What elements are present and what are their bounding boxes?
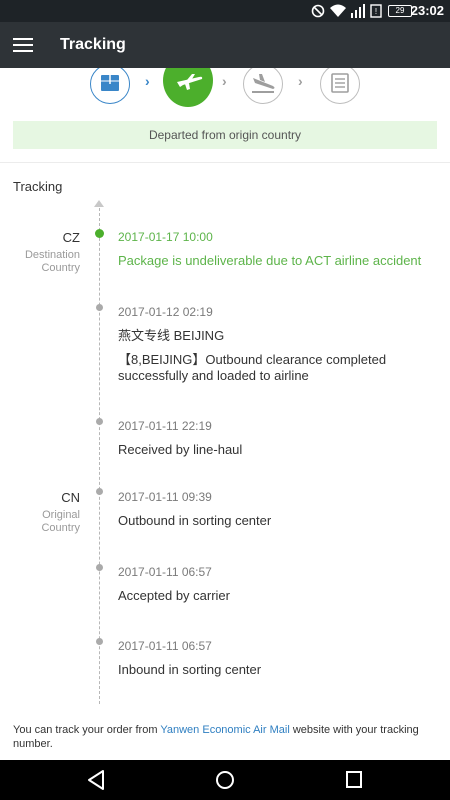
battery-level: 29 — [395, 6, 405, 15]
event-date: 2017-01-11 06:57 — [118, 639, 212, 653]
step-chevron-2: › — [222, 73, 227, 89]
plane-landing-icon — [252, 74, 275, 93]
tracking-section-title: Tracking — [13, 179, 63, 194]
event-location: 燕文专线 BEIJING — [118, 328, 225, 343]
timeline-dot-current — [95, 229, 104, 238]
destination-country-label-2: Country — [41, 262, 80, 274]
home-circle-icon[interactable] — [215, 769, 235, 791]
destination-country-code: CZ — [62, 230, 80, 245]
footer-prefix: You can track your order from — [13, 724, 161, 736]
delivered-box-icon — [331, 73, 349, 93]
event-date: 2017-01-17 10:00 — [118, 230, 213, 244]
event-text: Package is undeliverable due to ACT airl… — [118, 253, 422, 268]
timeline-dot — [96, 304, 103, 311]
app-bar: Tracking — [0, 22, 450, 68]
event-text: Outbound in sorting center — [118, 513, 272, 528]
shipment-steps: › › › Departed from origin country — [0, 68, 450, 163]
timeline-line — [99, 208, 100, 704]
package-icon — [101, 75, 119, 91]
cell-signal-icon — [351, 4, 365, 18]
do-not-disturb-icon — [311, 4, 325, 18]
timeline-arrow-icon — [94, 200, 104, 207]
event-text: Received by line-haul — [118, 442, 243, 457]
carrier-website-link[interactable]: Yanwen Economic Air Mail — [160, 724, 289, 736]
svg-text:!: ! — [375, 7, 377, 16]
footer-note: You can track your order from Yanwen Eco… — [13, 723, 433, 751]
step-chevron-3: › — [298, 73, 303, 89]
back-triangle-icon[interactable] — [86, 769, 106, 791]
event-text: Inbound in sorting center — [118, 662, 262, 677]
event-date: 2017-01-11 22:19 — [118, 419, 212, 433]
status-banner: Departed from origin country — [13, 121, 437, 149]
event-date: 2017-01-11 09:39 — [118, 490, 212, 504]
status-time: 23:02 — [410, 3, 444, 18]
step-delivered — [320, 68, 360, 104]
battery-icon: 29 — [388, 5, 412, 17]
event-text: Accepted by carrier — [118, 588, 230, 603]
origin-country-label-2: Country — [41, 522, 80, 534]
timeline-dot — [96, 418, 103, 425]
timeline-dot — [96, 488, 103, 495]
sim-icon: ! — [370, 4, 382, 18]
timeline-dot — [96, 638, 103, 645]
recents-square-icon[interactable] — [345, 769, 363, 791]
origin-country-code: CN — [61, 490, 80, 505]
destination-country-label-1: Destination — [24, 249, 80, 261]
event-date: 2017-01-11 06:57 — [118, 565, 212, 579]
origin-country-label-1: Original — [42, 509, 80, 521]
plane-takeoff-icon — [177, 74, 203, 90]
event-date: 2017-01-12 02:19 — [118, 305, 213, 319]
step-package — [90, 68, 130, 104]
step-arrived — [243, 68, 283, 104]
step-chevron-1: › — [145, 73, 150, 89]
event-text: 【8,BEIJING】Outbound clearance completed … — [118, 352, 387, 383]
status-bar: ! 29 23:02 — [0, 0, 450, 22]
wifi-icon — [330, 4, 346, 17]
page-title: Tracking — [60, 36, 126, 53]
system-nav-bar — [0, 760, 450, 800]
hamburger-menu-icon[interactable] — [13, 38, 33, 52]
timeline-dot — [96, 564, 103, 571]
step-departed — [163, 68, 213, 107]
